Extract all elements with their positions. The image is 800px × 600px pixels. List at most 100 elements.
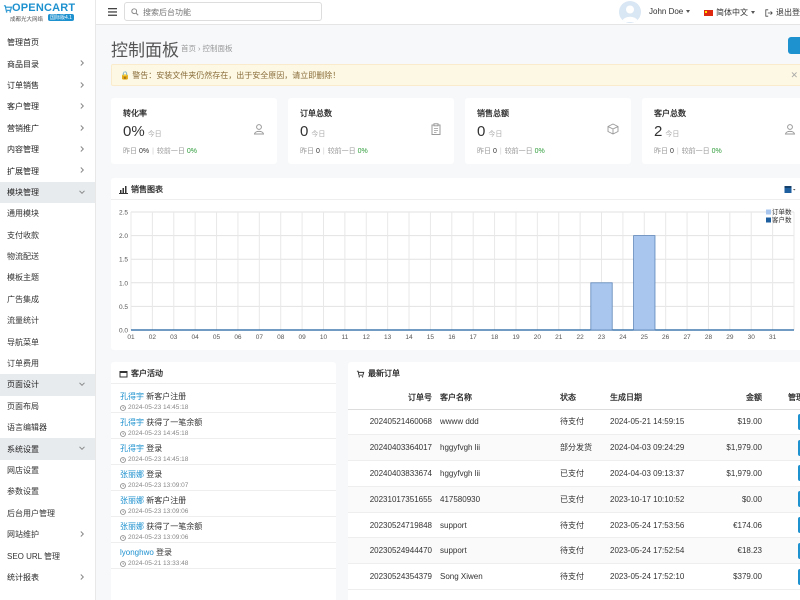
col-order-id[interactable]: 订单号: [348, 387, 436, 410]
activity-customer-link[interactable]: lyonghwo: [120, 548, 154, 557]
cube-icon: [607, 123, 619, 135]
sidebar-item-label: 模板主题: [7, 273, 39, 283]
topbar: John Doe 简体中文 退出登录: [96, 0, 800, 25]
sidebar-item[interactable]: 页面布局: [0, 396, 95, 417]
x-tick-label: 28: [705, 334, 713, 341]
sidebar-item[interactable]: 物流配送: [0, 246, 95, 267]
y-tick-label: 2.0: [119, 233, 128, 240]
x-tick-label: 04: [192, 334, 200, 341]
sidebar-item[interactable]: 商品目录: [0, 53, 95, 74]
logout-link[interactable]: 退出登录: [765, 7, 800, 18]
stat-compare-value: 0%: [357, 148, 368, 155]
sidebar-item[interactable]: 订单费用: [0, 353, 95, 374]
col-customer[interactable]: 客户名称: [436, 387, 556, 410]
sidebar-item[interactable]: 广告集成: [0, 289, 95, 310]
sidebar-item[interactable]: 模板主题: [0, 267, 95, 288]
x-tick-label: 25: [641, 334, 649, 341]
activity-customer-link[interactable]: 张丽娜: [120, 522, 144, 531]
search-input[interactable]: [143, 6, 313, 18]
stat-value-number: 0: [300, 123, 309, 140]
stat-compare-value: 0%: [534, 148, 545, 155]
avatar[interactable]: [619, 1, 641, 23]
sidebar-item[interactable]: 订单销售: [0, 75, 95, 96]
order-total: $1,979.00: [706, 434, 766, 462]
chart-title: 销售图表: [131, 185, 163, 194]
activity-item: 张丽娜 新客户注册 2024-05-23 13:09:06: [111, 491, 336, 517]
user-name: John Doe: [649, 7, 684, 16]
order-id: 20240403833674: [348, 460, 436, 487]
order-id: 20230524944470: [348, 537, 436, 565]
clock-icon: [120, 482, 126, 489]
sidebar-item-label: 流量统计: [7, 316, 39, 326]
activity-time: 2024-05-23 13:09:06: [120, 508, 336, 515]
sales-chart: 0.00.51.01.52.02.501 02 03 04 05 06 07 08 09 10 11…: [119, 207, 795, 341]
order-action-cell: [766, 537, 800, 565]
sidebar-item[interactable]: 参数设置: [0, 481, 95, 502]
table-row: 20231017351655 417580930 已支付 2023-10-17 10:…: [348, 486, 800, 513]
col-status[interactable]: 状态: [556, 387, 606, 410]
x-tick-label: 23: [598, 334, 606, 341]
language-selector[interactable]: 简体中文: [704, 7, 755, 18]
x-tick-label: 31: [769, 334, 777, 341]
logo[interactable]: OPENCART 成都光大网络 国际版4.1: [0, 0, 95, 30]
sidebar-item[interactable]: 页面设计: [0, 374, 95, 396]
breadcrumb-home[interactable]: 首页: [181, 44, 196, 53]
sidebar-item[interactable]: 内容管理: [0, 139, 95, 160]
stat-title: 订单总数: [300, 109, 332, 118]
activity-customer-link[interactable]: 孔得宇: [120, 418, 144, 427]
header-action-button[interactable]: [788, 37, 800, 54]
sidebar-item-label: 网站维护: [7, 530, 39, 540]
sidebar-item[interactable]: 通用模块: [0, 203, 95, 224]
activity-customer-link[interactable]: 张丽娜: [120, 496, 144, 505]
clock-icon: [120, 456, 126, 463]
order-id: 20240403364017: [348, 434, 436, 462]
sidebar-item[interactable]: 语言编辑器: [0, 417, 95, 438]
sidebar-item[interactable]: 后台用户管理: [0, 503, 95, 524]
sidebar-item[interactable]: 导航菜单: [0, 331, 95, 352]
clipboard-icon: [431, 123, 441, 135]
activity-action: 新客户注册: [146, 392, 187, 401]
order-action-cell: [766, 512, 800, 539]
calendar-dropdown-icon[interactable]: [784, 185, 796, 194]
breadcrumb-current[interactable]: 控制面板: [203, 44, 233, 53]
bar-订单数[interactable]: [633, 235, 656, 331]
search-box[interactable]: [124, 2, 322, 21]
panel-divider: [111, 199, 800, 200]
sidebar-item[interactable]: 管理首页: [0, 32, 95, 53]
stat-value-number: 0: [477, 123, 486, 140]
user-menu[interactable]: John Doe: [649, 7, 691, 16]
sidebar-item[interactable]: SEO URL 管理: [0, 545, 95, 566]
sidebar-item[interactable]: 扩展管理: [0, 160, 95, 181]
sidebar-item[interactable]: 系统设置: [0, 438, 95, 460]
sidebar-item[interactable]: 网站维护: [0, 524, 95, 545]
orders-title: 最新订单: [368, 369, 400, 378]
order-status: 待支付: [556, 563, 606, 591]
close-icon[interactable]: ✕: [790, 70, 798, 81]
x-tick-label: 08: [277, 334, 285, 341]
stat-yesterday-value: 0: [315, 148, 320, 155]
chevron-down-icon: [79, 446, 85, 451]
sidebar-item[interactable]: 客户管理: [0, 96, 95, 117]
activity-text: 孔得宇 登录: [120, 443, 336, 454]
hamburger-menu-icon[interactable]: [108, 8, 117, 16]
bar-订单数[interactable]: [590, 282, 613, 331]
sidebar-item[interactable]: 统计报表: [0, 567, 95, 588]
activity-customer-link[interactable]: 孔得宇: [120, 444, 144, 453]
sidebar-item[interactable]: 支付收款: [0, 225, 95, 246]
activity-customer-link[interactable]: 孔得宇: [120, 392, 144, 401]
logo-title: OPENCART: [12, 2, 76, 14]
activity-time: 2024-05-23 13:09:07: [120, 482, 336, 489]
sidebar-item[interactable]: 营销推广: [0, 118, 95, 139]
sidebar-item[interactable]: 流量统计: [0, 310, 95, 331]
sidebar-item-label: 网店设置: [7, 466, 39, 475]
sidebar-menu: 管理首页 商品目录 订单销售 客户管理 营销推广 内容管理 扩展管理 模块管理 通用模块 支付收款…: [0, 32, 95, 588]
sidebar-item[interactable]: 网店设置: [0, 460, 95, 481]
sidebar-item[interactable]: 模块管理: [0, 181, 95, 204]
breadcrumb-separator: ›: [198, 44, 201, 53]
activity-timestamp: 2024-05-23 13:09:06: [128, 508, 189, 515]
activity-customer-link[interactable]: 张丽娜: [120, 470, 144, 479]
col-date[interactable]: 生成日期: [606, 387, 706, 410]
avatar-user-icon: [622, 5, 638, 22]
sidebar-item-label: 页面布局: [7, 401, 39, 411]
col-total[interactable]: 金额: [706, 387, 766, 410]
